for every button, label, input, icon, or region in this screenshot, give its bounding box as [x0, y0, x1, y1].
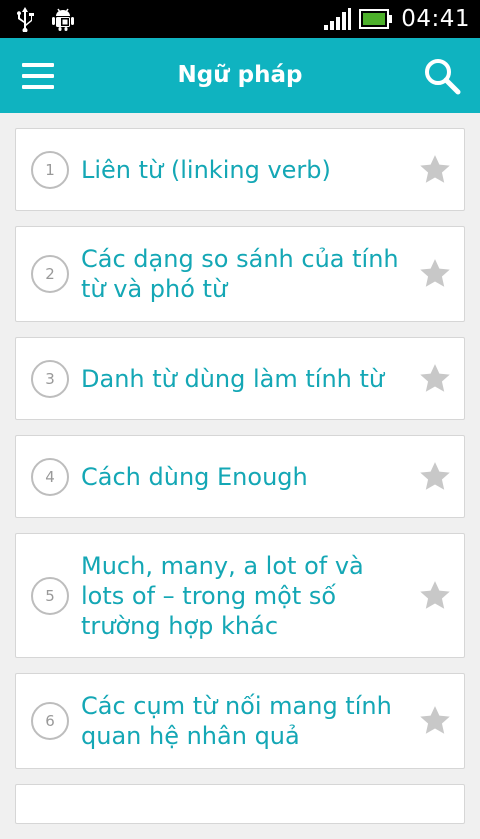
item-title: Cách dùng Enough — [81, 462, 308, 491]
item-number: 3 — [31, 359, 69, 398]
item-number: 2 — [31, 255, 69, 293]
menu-icon-bar — [22, 62, 54, 67]
list-item-partial[interactable] — [15, 784, 465, 824]
app-bar: Ngữ pháp — [0, 38, 480, 113]
status-right: 04:41 — [323, 6, 470, 32]
page-title: Ngữ pháp — [177, 62, 303, 88]
status-bar: 04:41 — [0, 0, 480, 38]
list-item[interactable]: 1 Liên từ (linking verb) — [15, 128, 465, 211]
star-icon[interactable] — [418, 257, 452, 291]
signal-icon — [324, 8, 352, 30]
item-number: 5 — [31, 576, 69, 615]
item-title: Liên từ (linking verb) — [81, 155, 331, 184]
item-title: Much, many, a lot of và lots of – trong … — [81, 551, 364, 640]
list-item[interactable]: 6 Các cụm từ nối mang tính quan hệ nhân … — [15, 673, 465, 769]
star-icon[interactable] — [418, 704, 452, 738]
battery-icon — [359, 9, 393, 29]
item-number: 6 — [31, 702, 69, 740]
list-item[interactable]: 4 Cách dùng Enough — [15, 435, 465, 518]
item-number: 1 — [31, 150, 69, 189]
topic-list: 1 Liên từ (linking verb) 2 Các dạng so s… — [15, 128, 465, 839]
star-icon[interactable] — [418, 362, 452, 396]
status-left — [14, 6, 76, 32]
search-button[interactable] — [422, 56, 462, 96]
item-title: Các dạng so sánh của tính từ và phó từ — [81, 245, 399, 303]
item-title: Danh từ dùng làm tính từ — [81, 364, 385, 393]
android-debug-icon — [52, 8, 74, 31]
menu-button[interactable] — [22, 60, 54, 92]
search-icon — [425, 58, 461, 94]
usb-icon — [17, 7, 34, 32]
star-icon[interactable] — [418, 460, 452, 494]
star-icon[interactable] — [418, 579, 452, 613]
list-item[interactable]: 3 Danh từ dùng làm tính từ — [15, 337, 465, 420]
list-item[interactable]: 2 Các dạng so sánh của tính từ và phó từ — [15, 226, 465, 322]
star-icon[interactable] — [418, 153, 452, 187]
menu-icon-bar — [22, 84, 54, 89]
list-item[interactable]: 5 Much, many, a lot of và lots of – tron… — [15, 533, 465, 658]
item-title: Các cụm từ nối mang tính quan hệ nhân qu… — [81, 692, 392, 750]
item-number: 4 — [31, 457, 69, 496]
menu-icon-bar — [22, 73, 54, 78]
status-time: 04:41 — [401, 6, 470, 32]
